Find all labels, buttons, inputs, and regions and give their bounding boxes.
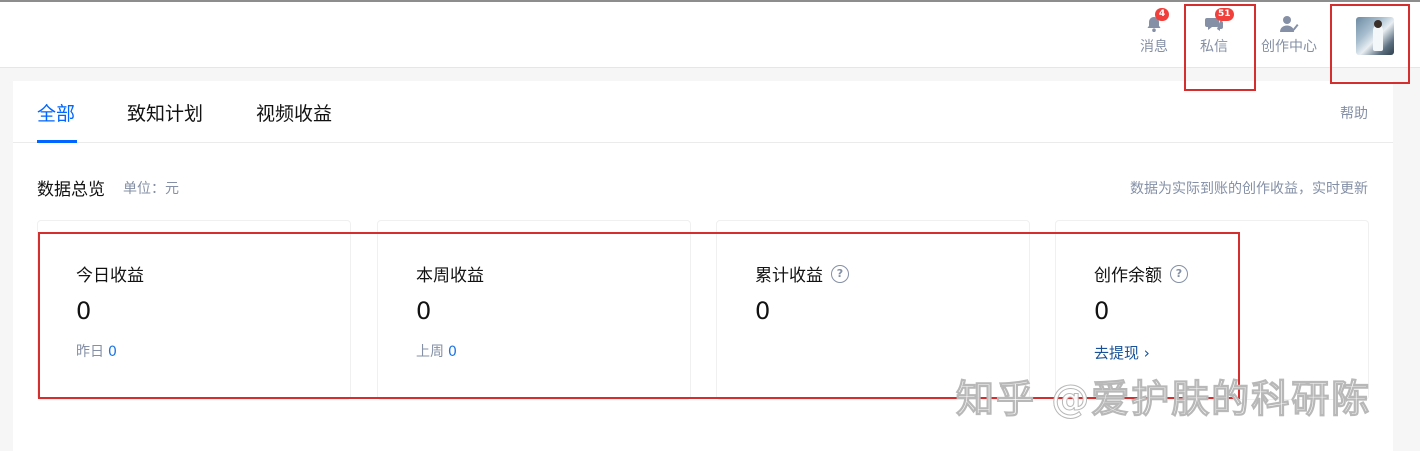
- top-bar: 4 消息 51 私信 创作中心: [0, 2, 1420, 68]
- stat-sub-value: 0: [448, 344, 457, 360]
- stat-sub-label: 上周: [416, 344, 444, 360]
- stat-sub-label: 昨日: [76, 344, 104, 360]
- income-tabs: 全部 致知计划 视频收益 帮助: [13, 81, 1393, 143]
- stat-value: 0: [1094, 297, 1110, 325]
- stat-today: 今日收益 0 昨日 0: [37, 220, 351, 400]
- watermark-text: 知乎 @爱护肤的科研陈: [955, 377, 1372, 422]
- creator-center-label: 创作中心: [1261, 39, 1317, 55]
- avatar-figure: [1373, 25, 1383, 51]
- creator-center-button[interactable]: 创作中心: [1258, 2, 1320, 68]
- stat-sub-value: 0: [108, 344, 117, 360]
- chat-bubble-icon: 51: [1202, 8, 1234, 34]
- bell-icon: 4: [1142, 8, 1169, 34]
- stat-value: 0: [755, 297, 771, 325]
- question-icon[interactable]: ?: [831, 264, 849, 283]
- overview-unit: 单位：元: [123, 181, 179, 197]
- overview-title: 数据总览: [37, 180, 105, 200]
- dm-label: 私信: [1200, 39, 1228, 55]
- dm-button[interactable]: 51 私信: [1194, 2, 1234, 68]
- stat-sub: 上周 0: [416, 341, 457, 361]
- messages-badge: 4: [1155, 8, 1169, 21]
- help-link[interactable]: 帮助: [1340, 103, 1368, 123]
- messages-button[interactable]: 4 消息: [1134, 2, 1174, 68]
- stat-week: 本周收益 0 上周 0: [377, 220, 691, 400]
- messages-label: 消息: [1140, 39, 1168, 55]
- creator-user-icon: [1277, 14, 1301, 34]
- avatar-head: [1374, 20, 1382, 28]
- user-avatar[interactable]: [1356, 17, 1394, 55]
- stat-title: 累计收益?: [755, 261, 849, 286]
- tab-video-income[interactable]: 视频收益: [256, 99, 332, 126]
- stat-title: 本周收益: [416, 266, 484, 286]
- dm-badge: 51: [1215, 8, 1234, 21]
- stat-value: 0: [416, 297, 432, 325]
- tab-zhizhi-plan[interactable]: 致知计划: [127, 99, 203, 126]
- stat-sub: 昨日 0: [76, 341, 117, 361]
- stat-title: 今日收益: [76, 266, 144, 286]
- withdraw-link[interactable]: 去提现 ›: [1094, 342, 1150, 363]
- stat-title-text: 累计收益: [755, 266, 823, 286]
- tab-all[interactable]: 全部: [37, 99, 75, 126]
- overview-note: 数据为实际到账的创作收益，实时更新: [1130, 181, 1368, 197]
- stat-value: 0: [76, 297, 92, 325]
- question-icon[interactable]: ?: [1170, 264, 1188, 283]
- active-tab-indicator: [37, 140, 77, 143]
- stat-title-text: 创作余额: [1094, 266, 1162, 286]
- stat-title: 创作余额?: [1094, 261, 1188, 286]
